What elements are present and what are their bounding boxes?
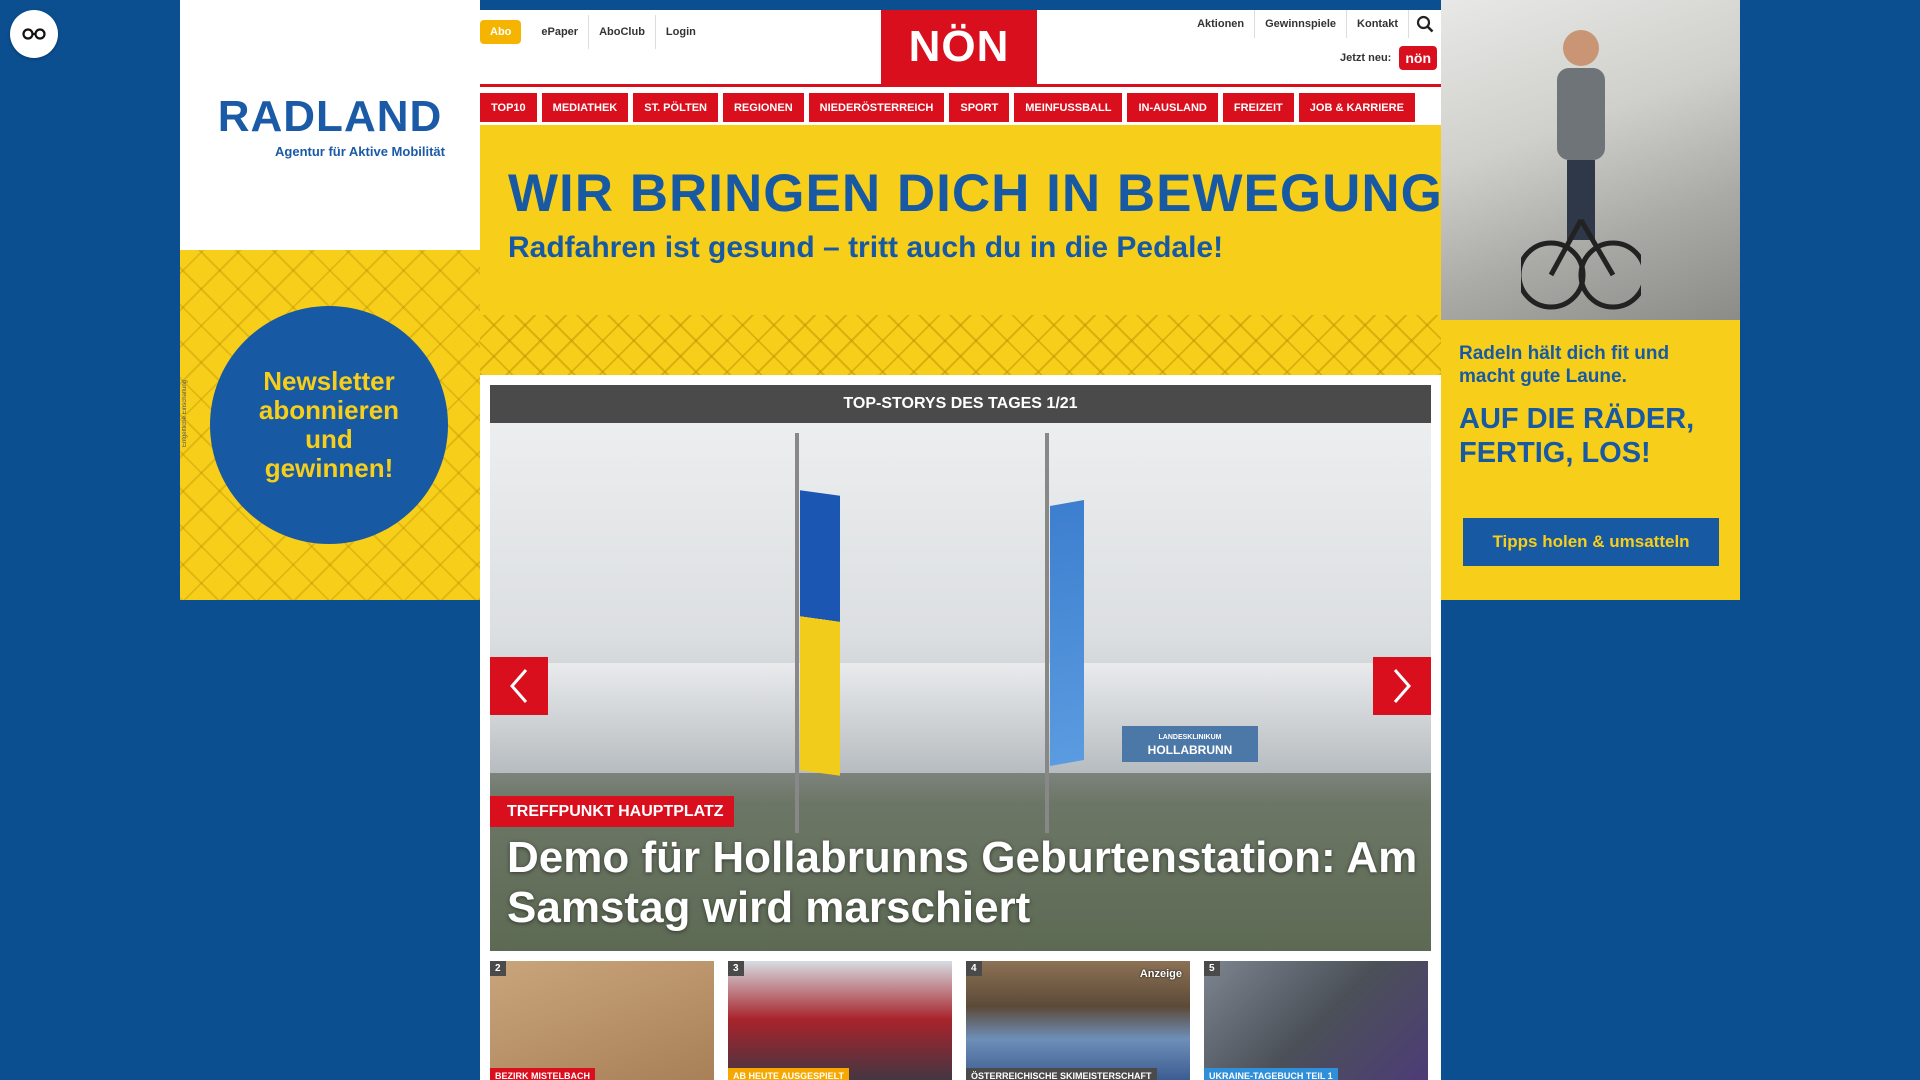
- meta-nav-left: Abo ePaper AboClub Login: [480, 15, 706, 49]
- epaper-link[interactable]: ePaper: [531, 15, 590, 49]
- banner-pattern: [480, 315, 1441, 375]
- nav-item-mediathek[interactable]: MEDIATHEK: [541, 93, 629, 122]
- nav-item-top10[interactable]: TOP10: [480, 93, 537, 122]
- top-stripe: [480, 0, 1441, 10]
- main-column: Abo ePaper AboClub Login NÖN Aktionen Ge…: [480, 0, 1441, 1080]
- hero-image-flag: [1050, 500, 1084, 766]
- thumb-tag: BEZIRK MISTELBACH: [490, 1068, 595, 1080]
- carousel-prev-button[interactable]: [490, 657, 548, 715]
- thumb-number: 3: [728, 961, 744, 976]
- top-stories-section: TOP-STORYS DES TAGES 1/21 LANDESKLINIKUM…: [480, 375, 1441, 951]
- kontakt-link[interactable]: Kontakt: [1347, 10, 1409, 38]
- site-header: Abo ePaper AboClub Login NÖN Aktionen Ge…: [480, 10, 1441, 84]
- chevron-left-icon: [510, 669, 528, 703]
- thumb-tag: UKRAINE-TAGEBUCH TEIL 1: [1204, 1068, 1338, 1080]
- story-thumb[interactable]: 4 Anzeige ÖSTERREICHISCHE SKIMEISTERSCHA…: [966, 961, 1190, 1080]
- meta-nav-right: Aktionen Gewinnspiele Kontakt: [1187, 10, 1441, 38]
- login-link[interactable]: Login: [656, 15, 706, 49]
- noen-kids-badge: nön: [1399, 46, 1437, 70]
- main-nav: TOP10 MEDIATHEK ST. PÖLTEN REGIONEN NIED…: [480, 87, 1441, 125]
- cyclist-illustration: [1521, 30, 1641, 310]
- hero-story[interactable]: LANDESKLINIKUM HOLLABRUNN TREFFPUNKT HAU…: [490, 423, 1431, 951]
- hero-image-building: [490, 663, 1431, 773]
- abo-button[interactable]: Abo: [480, 20, 522, 44]
- nav-item-st-poelten[interactable]: ST. PÖLTEN: [633, 93, 718, 122]
- aktionen-link[interactable]: Aktionen: [1187, 10, 1256, 38]
- right-ad-line1: Radeln hält dich fit und macht gute Laun…: [1459, 343, 1670, 387]
- story-thumb[interactable]: 3 AB HEUTE AUSGESPIELT: [728, 961, 952, 1080]
- radland-logo-box: RADLAND Agentur für Aktive Mobilität: [180, 0, 480, 250]
- tipps-holen-button[interactable]: Tipps holen & umsatteln: [1463, 518, 1719, 566]
- right-ad[interactable]: Radeln hält dich fit und macht gute Laun…: [1441, 0, 1740, 600]
- hero-image-pole: [1045, 433, 1049, 833]
- nav-item-meinfussball[interactable]: MEINFUSSBALL: [1014, 93, 1123, 122]
- newsletter-text: Newsletter abonnieren und gewinnen!: [258, 366, 400, 483]
- right-ad-panel: Radeln hält dich fit und macht gute Laun…: [1441, 320, 1740, 600]
- left-ad[interactable]: RADLAND Agentur für Aktive Mobilität Ent…: [180, 0, 480, 600]
- aboclub-link[interactable]: AboClub: [589, 15, 656, 49]
- gewinnspiele-link[interactable]: Gewinnspiele: [1255, 10, 1348, 38]
- nav-item-in-ausland[interactable]: IN-AUSLAND: [1127, 93, 1218, 122]
- banner-subline: Radfahren ist gesund – tritt auch du in …: [508, 231, 1224, 264]
- thumb-tag: ÖSTERREICHISCHE SKIMEISTERSCHAFT: [966, 1068, 1157, 1080]
- newsletter-circle[interactable]: Newsletter abonnieren und gewinnen!: [210, 306, 448, 544]
- nav-item-niederoesterreich[interactable]: NIEDERÖSTERREICH: [808, 93, 945, 122]
- nav-item-sport[interactable]: SPORT: [949, 93, 1010, 122]
- jetzt-neu-label: Jetzt neu:: [1340, 52, 1392, 64]
- thumb-tag: AB HEUTE AUSGESPIELT: [728, 1068, 850, 1080]
- top-banner-ad[interactable]: WIR BRINGEN DICH IN BEWEGUNG. Radfahren …: [480, 125, 1441, 375]
- jetzt-neu-promo[interactable]: Jetzt neu: nön: [1340, 46, 1437, 70]
- nav-item-job-karriere[interactable]: JOB & KARRIERE: [1298, 93, 1415, 122]
- story-thumb[interactable]: 5 UKRAINE-TAGEBUCH TEIL 1: [1204, 961, 1428, 1080]
- newsletter-ad-panel: Entgeltliche Einschaltung Newsletter abo…: [180, 250, 480, 600]
- hero-image-pole: [795, 433, 799, 833]
- banner-headline: WIR BRINGEN DICH IN BEWEGUNG.: [508, 164, 1441, 223]
- sign-line2: HOLLABRUNN: [1147, 743, 1233, 757]
- nav-item-regionen[interactable]: REGIONEN: [722, 93, 804, 122]
- cyclist-photo: [1441, 0, 1740, 320]
- hero-image-sign: LANDESKLINIKUM HOLLABRUNN: [1122, 726, 1258, 762]
- carousel-next-button[interactable]: [1373, 657, 1431, 715]
- hero-kicker: TREFFPUNKT HAUPTPLATZ: [490, 796, 734, 827]
- ad-disclaimer: Entgeltliche Einschaltung: [182, 380, 188, 448]
- nav-item-freizeit[interactable]: FREIZEIT: [1222, 93, 1294, 122]
- thumb-ad-label: Anzeige: [1139, 968, 1182, 980]
- thumb-number: 4: [966, 961, 982, 976]
- radland-logo: RADLAND: [217, 91, 443, 141]
- top-stories-title: TOP-STORYS DES TAGES 1/21: [490, 385, 1431, 423]
- search-icon[interactable]: [1409, 10, 1441, 38]
- reader-mode-button[interactable]: [10, 10, 58, 58]
- story-thumbnails: 2 BEZIRK MISTELBACH 3 AB HEUTE AUSGESPIE…: [480, 951, 1441, 1080]
- chevron-right-icon: [1393, 669, 1411, 703]
- noen-logo[interactable]: NÖN: [881, 10, 1037, 84]
- right-ad-line2: AUF DIE RÄDER, FERTIG, LOS!: [1459, 403, 1695, 469]
- thumb-number: 5: [1204, 961, 1220, 976]
- radland-logo-subtitle: Agentur für Aktive Mobilität: [275, 143, 445, 159]
- hero-image-flag: [800, 490, 840, 776]
- story-thumb[interactable]: 2 BEZIRK MISTELBACH: [490, 961, 714, 1080]
- glasses-icon: [22, 28, 46, 40]
- thumb-number: 2: [490, 961, 506, 976]
- hero-headline[interactable]: Demo für Hollabrunns Geburtenstation: Am…: [507, 833, 1427, 933]
